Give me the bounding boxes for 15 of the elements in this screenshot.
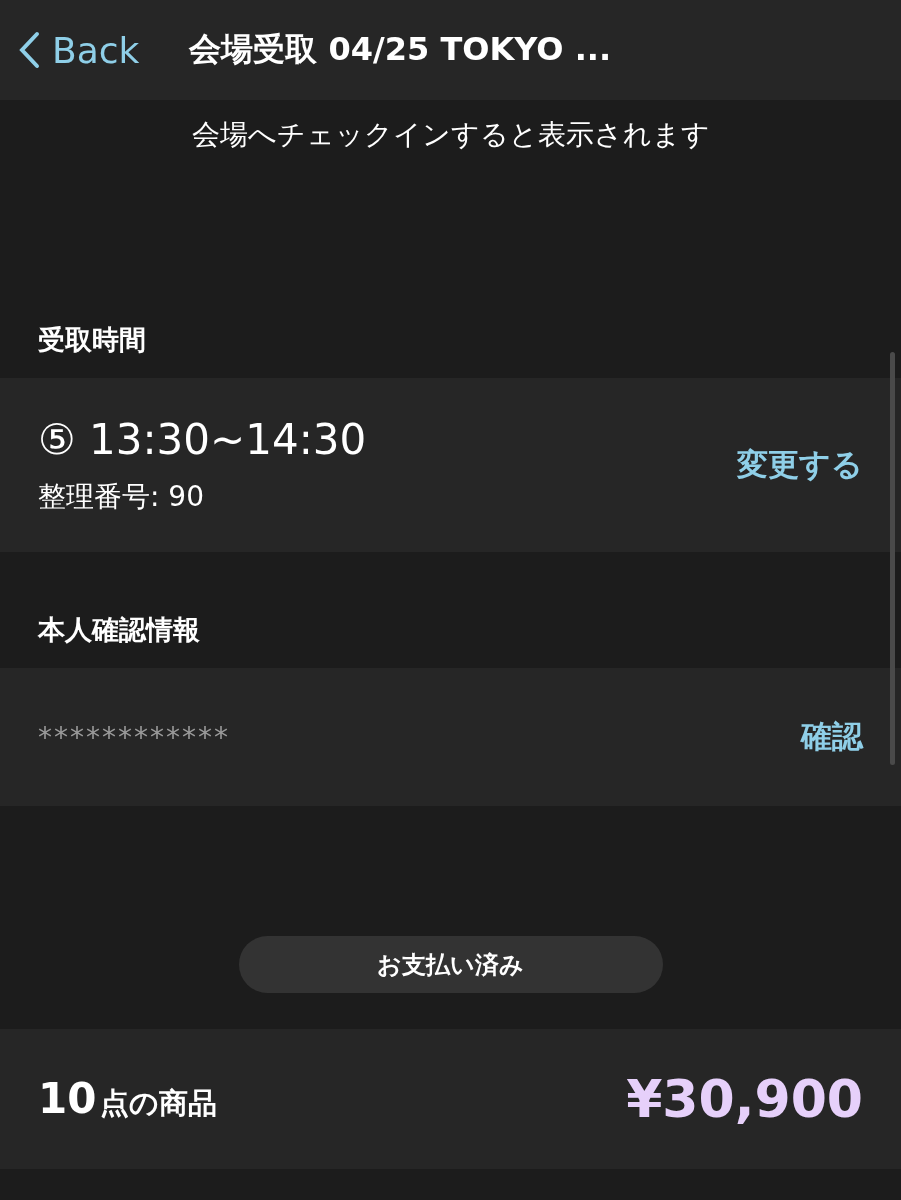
confirm-link[interactable]: 確認 xyxy=(801,716,863,758)
paid-status-button[interactable]: お支払い済み xyxy=(238,936,663,993)
item-count-label: 点の商品 xyxy=(100,1085,218,1122)
time-slot: ⑤ 13:30~14:30 xyxy=(38,414,367,464)
queue-number: 整理番号: 90 xyxy=(38,478,205,515)
notice-text: 会場へチェックインすると表示されます xyxy=(190,117,711,153)
chevron-left-icon xyxy=(18,31,40,69)
total-price: ¥30,900 xyxy=(626,1069,863,1129)
change-link[interactable]: 変更する xyxy=(737,444,863,486)
section-heading: 本人確認情報 xyxy=(37,613,201,647)
item-count: 10 xyxy=(38,1074,97,1123)
page-title: 会場受取 04/25 TOKYO ... xyxy=(189,29,612,70)
section-heading: 受取時間 xyxy=(37,323,147,357)
back-button[interactable]: Back xyxy=(18,29,140,71)
masked-value: ************ xyxy=(38,720,230,754)
